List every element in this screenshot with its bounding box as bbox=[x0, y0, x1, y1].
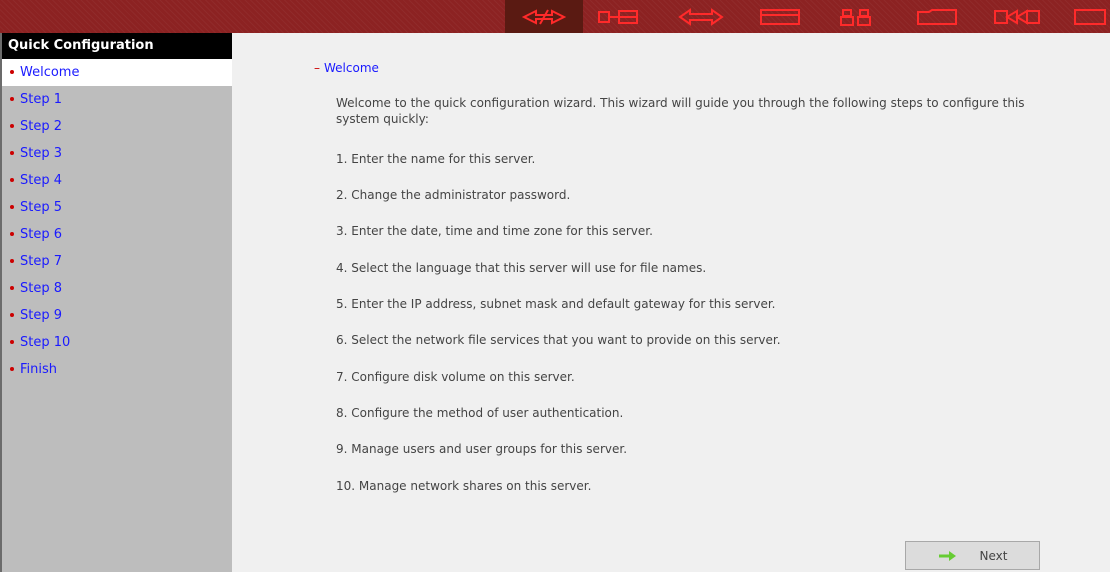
users-icon[interactable] bbox=[830, 0, 882, 33]
bullet-icon bbox=[10, 258, 14, 263]
sidebar-item-label: Welcome bbox=[20, 65, 80, 80]
step-item: 7. Configure disk volume on this server. bbox=[336, 370, 575, 384]
step-item: 9. Manage users and user groups for this… bbox=[336, 442, 628, 456]
bullet-icon bbox=[10, 69, 14, 74]
sidebar-item-label: Step 7 bbox=[20, 254, 63, 269]
section-title-label: Welcome bbox=[324, 61, 379, 75]
sidebar-items: Welcome Step 1 Step 2 Step 3 Step 4 Step 5 Ste… bbox=[2, 59, 232, 383]
sidebar-item-label: Step 6 bbox=[20, 227, 63, 242]
connection-icon[interactable] bbox=[987, 0, 1047, 33]
bullet-icon bbox=[10, 96, 14, 101]
sidebar-title: Quick Configuration bbox=[2, 33, 232, 59]
section-title[interactable]: – Welcome bbox=[314, 61, 379, 75]
sidebar-item-step-1[interactable]: Step 1 bbox=[2, 86, 232, 113]
step-item: 2. Change the administrator password. bbox=[336, 188, 571, 202]
top-toolbar bbox=[0, 0, 1110, 33]
sidebar-item-step-3[interactable]: Step 3 bbox=[2, 140, 232, 167]
bullet-icon bbox=[10, 312, 14, 317]
bullet-icon bbox=[10, 150, 14, 155]
folder-icon[interactable] bbox=[907, 0, 967, 33]
sidebar-item-label: Step 4 bbox=[20, 173, 63, 188]
wizard-icon[interactable] bbox=[505, 0, 583, 33]
intro-text: Welcome to the quick configuration wizar… bbox=[336, 96, 1025, 126]
sidebar-item-label: Step 3 bbox=[20, 146, 63, 161]
disk-icon[interactable] bbox=[1068, 0, 1110, 33]
step-item: 4. Select the language that this server … bbox=[336, 261, 707, 275]
sidebar-item-label: Step 9 bbox=[20, 308, 63, 323]
collapse-dash-icon: – bbox=[314, 61, 320, 75]
bullet-icon bbox=[10, 339, 14, 344]
bullet-icon bbox=[10, 123, 14, 128]
sidebar-item-label: Finish bbox=[20, 362, 58, 377]
network-icon[interactable] bbox=[588, 0, 650, 33]
bullet-icon bbox=[10, 285, 14, 290]
step-item: 1. Enter the name for this server. bbox=[336, 152, 536, 166]
sidebar: Quick Configuration Welcome Step 1 Step 2 S… bbox=[0, 33, 232, 572]
bullet-icon bbox=[10, 204, 14, 209]
sidebar-item-finish[interactable]: Finish bbox=[2, 356, 232, 383]
step-item: 5. Enter the IP address, subnet mask and… bbox=[336, 297, 776, 311]
sidebar-item-label: Step 1 bbox=[20, 92, 63, 107]
step-item: 10. Manage network shares on this server… bbox=[336, 479, 592, 493]
sidebar-item-step-2[interactable]: Step 2 bbox=[2, 113, 232, 140]
arrow-right-icon bbox=[938, 550, 958, 562]
sidebar-item-step-6[interactable]: Step 6 bbox=[2, 221, 232, 248]
next-button[interactable]: Next bbox=[905, 541, 1040, 570]
window-icon[interactable] bbox=[750, 0, 810, 33]
sidebar-item-label: Step 5 bbox=[20, 200, 63, 215]
main-content: – Welcome Welcome to the quick configurat… bbox=[232, 33, 1110, 572]
step-item: 3. Enter the date, time and time zone fo… bbox=[336, 224, 653, 238]
bullet-icon bbox=[10, 366, 14, 371]
sidebar-item-step-10[interactable]: Step 10 bbox=[2, 329, 232, 356]
sidebar-item-step-9[interactable]: Step 9 bbox=[2, 302, 232, 329]
sidebar-item-label: Step 2 bbox=[20, 119, 63, 134]
sidebar-item-step-5[interactable]: Step 5 bbox=[2, 194, 232, 221]
bullet-icon bbox=[10, 231, 14, 236]
bullet-icon bbox=[10, 177, 14, 182]
sidebar-item-step-8[interactable]: Step 8 bbox=[2, 275, 232, 302]
sidebar-item-step-7[interactable]: Step 7 bbox=[2, 248, 232, 275]
sidebar-item-label: Step 10 bbox=[20, 335, 71, 350]
step-item: 6. Select the network file services that… bbox=[336, 333, 781, 347]
sidebar-item-step-4[interactable]: Step 4 bbox=[2, 167, 232, 194]
sidebar-item-label: Step 8 bbox=[20, 281, 63, 296]
next-label: Next bbox=[979, 548, 1008, 563]
arrows-icon[interactable] bbox=[670, 0, 732, 33]
sidebar-item-welcome[interactable]: Welcome bbox=[2, 59, 232, 86]
step-item: 8. Configure the method of user authenti… bbox=[336, 406, 624, 420]
